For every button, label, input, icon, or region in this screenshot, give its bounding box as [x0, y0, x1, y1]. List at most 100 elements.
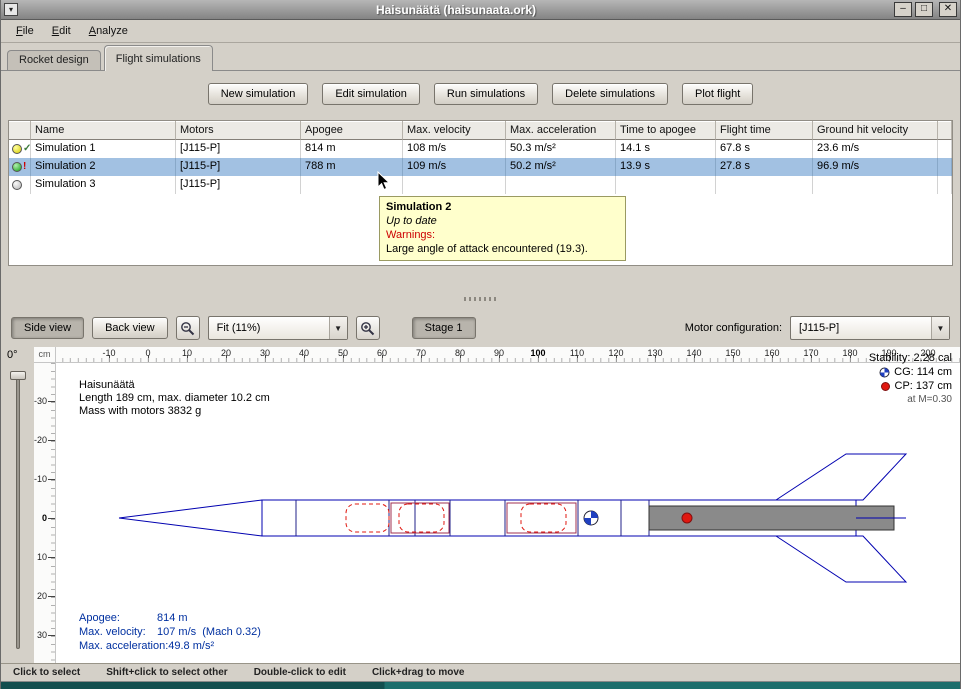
- rotation-slider-track[interactable]: [16, 373, 20, 649]
- menu-edit[interactable]: Edit: [43, 22, 80, 40]
- window-menu-icon[interactable]: ▾: [4, 3, 18, 16]
- status-bar: Click to select Shift+click to select ot…: [1, 663, 960, 682]
- flight-data-summary: Apogee:814 m Max. velocity:107 m/s (Mach…: [79, 611, 261, 653]
- plot-flight-button[interactable]: Plot flight: [682, 83, 753, 105]
- header-name[interactable]: Name: [31, 121, 176, 140]
- cell-ground-hit-velocity[interactable]: [813, 176, 938, 194]
- cell-max-velocity[interactable]: 108 m/s: [403, 140, 506, 158]
- status-ball-icon: [12, 144, 22, 154]
- cell-max-acceleration[interactable]: 50.2 m/s²: [506, 158, 616, 176]
- hint-shift-click: Shift+click to select other: [106, 667, 227, 678]
- rotation-slider-handle[interactable]: [10, 371, 26, 380]
- horizontal-splitter[interactable]: [1, 289, 960, 309]
- rocket-dimensions: Length 189 cm, max. diameter 10.2 cm: [79, 392, 270, 405]
- stability-value: Stability: 2.28 cal: [869, 351, 952, 365]
- max-velocity-value: 107 m/s (Mach 0.32): [157, 626, 261, 638]
- zoom-out-button[interactable]: [176, 316, 200, 340]
- edit-simulation-button[interactable]: Edit simulation: [322, 83, 420, 105]
- rocket-view-area: 0°: [1, 347, 960, 663]
- header-filler: [938, 121, 952, 140]
- cell-motors[interactable]: [J115-P]: [176, 176, 301, 194]
- splitter-grip[interactable]: [464, 297, 498, 301]
- desktop-strip: [1, 682, 960, 689]
- maximize-button[interactable]: □: [915, 2, 933, 17]
- vertical-ruler: -30-20-100102030: [34, 363, 56, 663]
- header-status[interactable]: [9, 121, 31, 140]
- delete-simulations-button[interactable]: Delete simulations: [552, 83, 668, 105]
- chevron-down-icon[interactable]: ▼: [931, 317, 949, 339]
- max-acceleration-value: 49.8 m/s²: [168, 640, 214, 652]
- cell-apogee[interactable]: [301, 176, 403, 194]
- table-row-simulation-1[interactable]: ✓ Simulation 1 [J115-P] 814 m 108 m/s 50…: [9, 140, 952, 158]
- minimize-button[interactable]: –: [894, 2, 912, 17]
- back-view-button[interactable]: Back view: [92, 317, 168, 339]
- cell-apogee[interactable]: 814 m: [301, 140, 403, 158]
- cell-max-velocity[interactable]: 109 m/s: [403, 158, 506, 176]
- hint-double-click: Double-click to edit: [254, 667, 346, 678]
- cell-apogee[interactable]: 788 m: [301, 158, 403, 176]
- cell-filler: [938, 140, 952, 158]
- rocket-mass: Mass with motors 3832 g: [79, 405, 270, 418]
- table-row-simulation-3[interactable]: Simulation 3 [J115-P]: [9, 176, 952, 194]
- cell-time-to-apogee[interactable]: [616, 176, 716, 194]
- cell-name[interactable]: Simulation 1: [31, 140, 176, 158]
- cell-filler: [938, 158, 952, 176]
- header-ground-hit-velocity[interactable]: Ground hit velocity: [813, 121, 938, 140]
- header-flight-time[interactable]: Flight time: [716, 121, 813, 140]
- header-time-to-apogee[interactable]: Time to apogee: [616, 121, 716, 140]
- cell-ground-hit-velocity[interactable]: 96.9 m/s: [813, 158, 938, 176]
- cell-max-velocity[interactable]: [403, 176, 506, 194]
- zoom-in-icon: [360, 321, 375, 336]
- stage-1-toggle[interactable]: Stage 1: [412, 317, 476, 339]
- zoom-level-select[interactable]: Fit (11%) ▼: [208, 316, 348, 340]
- header-max-acceleration[interactable]: Max. acceleration: [506, 121, 616, 140]
- run-simulations-button[interactable]: Run simulations: [434, 83, 538, 105]
- cell-max-acceleration[interactable]: 50.3 m/s²: [506, 140, 616, 158]
- cp-value: CP: 137 cm: [895, 379, 952, 393]
- cell-max-acceleration[interactable]: [506, 176, 616, 194]
- header-max-velocity[interactable]: Max. velocity: [403, 121, 506, 140]
- cell-motors[interactable]: [J115-P]: [176, 158, 301, 176]
- zoom-in-button[interactable]: [356, 316, 380, 340]
- cell-name[interactable]: Simulation 2: [31, 158, 176, 176]
- cell-flight-time[interactable]: 27.8 s: [716, 158, 813, 176]
- menu-file[interactable]: File: [7, 22, 43, 40]
- table-header-row: Name Motors Apogee Max. velocity Max. ac…: [9, 121, 952, 140]
- tab-rocket-design[interactable]: Rocket design: [7, 50, 101, 71]
- simulation-status-icon: !: [9, 158, 31, 176]
- new-simulation-button[interactable]: New simulation: [208, 83, 309, 105]
- chevron-down-icon[interactable]: ▼: [329, 317, 347, 339]
- menu-analyze[interactable]: Analyze: [80, 22, 137, 40]
- tab-flight-simulations[interactable]: Flight simulations: [104, 45, 213, 71]
- cell-flight-time[interactable]: 67.8 s: [716, 140, 813, 158]
- window-title: Haisunäätä (haisunaata.ork): [21, 3, 891, 17]
- cp-marker-icon: [682, 513, 692, 523]
- rocket-view-canvas[interactable]: -100102030405060708090100110120130140150…: [34, 347, 960, 663]
- nose-cone[interactable]: [119, 500, 262, 536]
- close-button[interactable]: ✕: [939, 2, 957, 17]
- tooltip-warnings-label: Warnings:: [386, 228, 619, 242]
- cell-ground-hit-velocity[interactable]: 23.6 m/s: [813, 140, 938, 158]
- title-bar[interactable]: ▾ Haisunäätä (haisunaata.ork) – □ ✕: [1, 0, 960, 20]
- table-row-simulation-2[interactable]: ! Simulation 2 [J115-P] 788 m 109 m/s 50…: [9, 158, 952, 176]
- status-mark-icon: !: [23, 162, 26, 172]
- cell-name[interactable]: Simulation 3: [31, 176, 176, 194]
- cell-time-to-apogee[interactable]: 13.9 s: [616, 158, 716, 176]
- cell-time-to-apogee[interactable]: 14.1 s: [616, 140, 716, 158]
- hint-click-to-select: Click to select: [13, 667, 80, 678]
- simulation-button-row: New simulation Edit simulation Run simul…: [1, 83, 960, 105]
- menu-bar: File Edit Analyze: [1, 20, 960, 43]
- motor-configuration-value: [J115-P]: [791, 322, 931, 334]
- zoom-out-icon: [180, 321, 195, 336]
- cell-motors[interactable]: [J115-P]: [176, 140, 301, 158]
- side-view-button[interactable]: Side view: [11, 317, 84, 339]
- simulation-tooltip: Simulation 2 Up to date Warnings: Large …: [379, 196, 626, 261]
- cg-value: CG: 114 cm: [894, 365, 952, 379]
- header-motors[interactable]: Motors: [176, 121, 301, 140]
- header-apogee[interactable]: Apogee: [301, 121, 403, 140]
- motor-configuration-select[interactable]: [J115-P] ▼: [790, 316, 950, 340]
- cell-flight-time[interactable]: [716, 176, 813, 194]
- cg-marker-icon: [584, 511, 598, 525]
- recovery-devices[interactable]: [346, 504, 566, 532]
- rocket-name: Haisunäätä: [79, 379, 270, 392]
